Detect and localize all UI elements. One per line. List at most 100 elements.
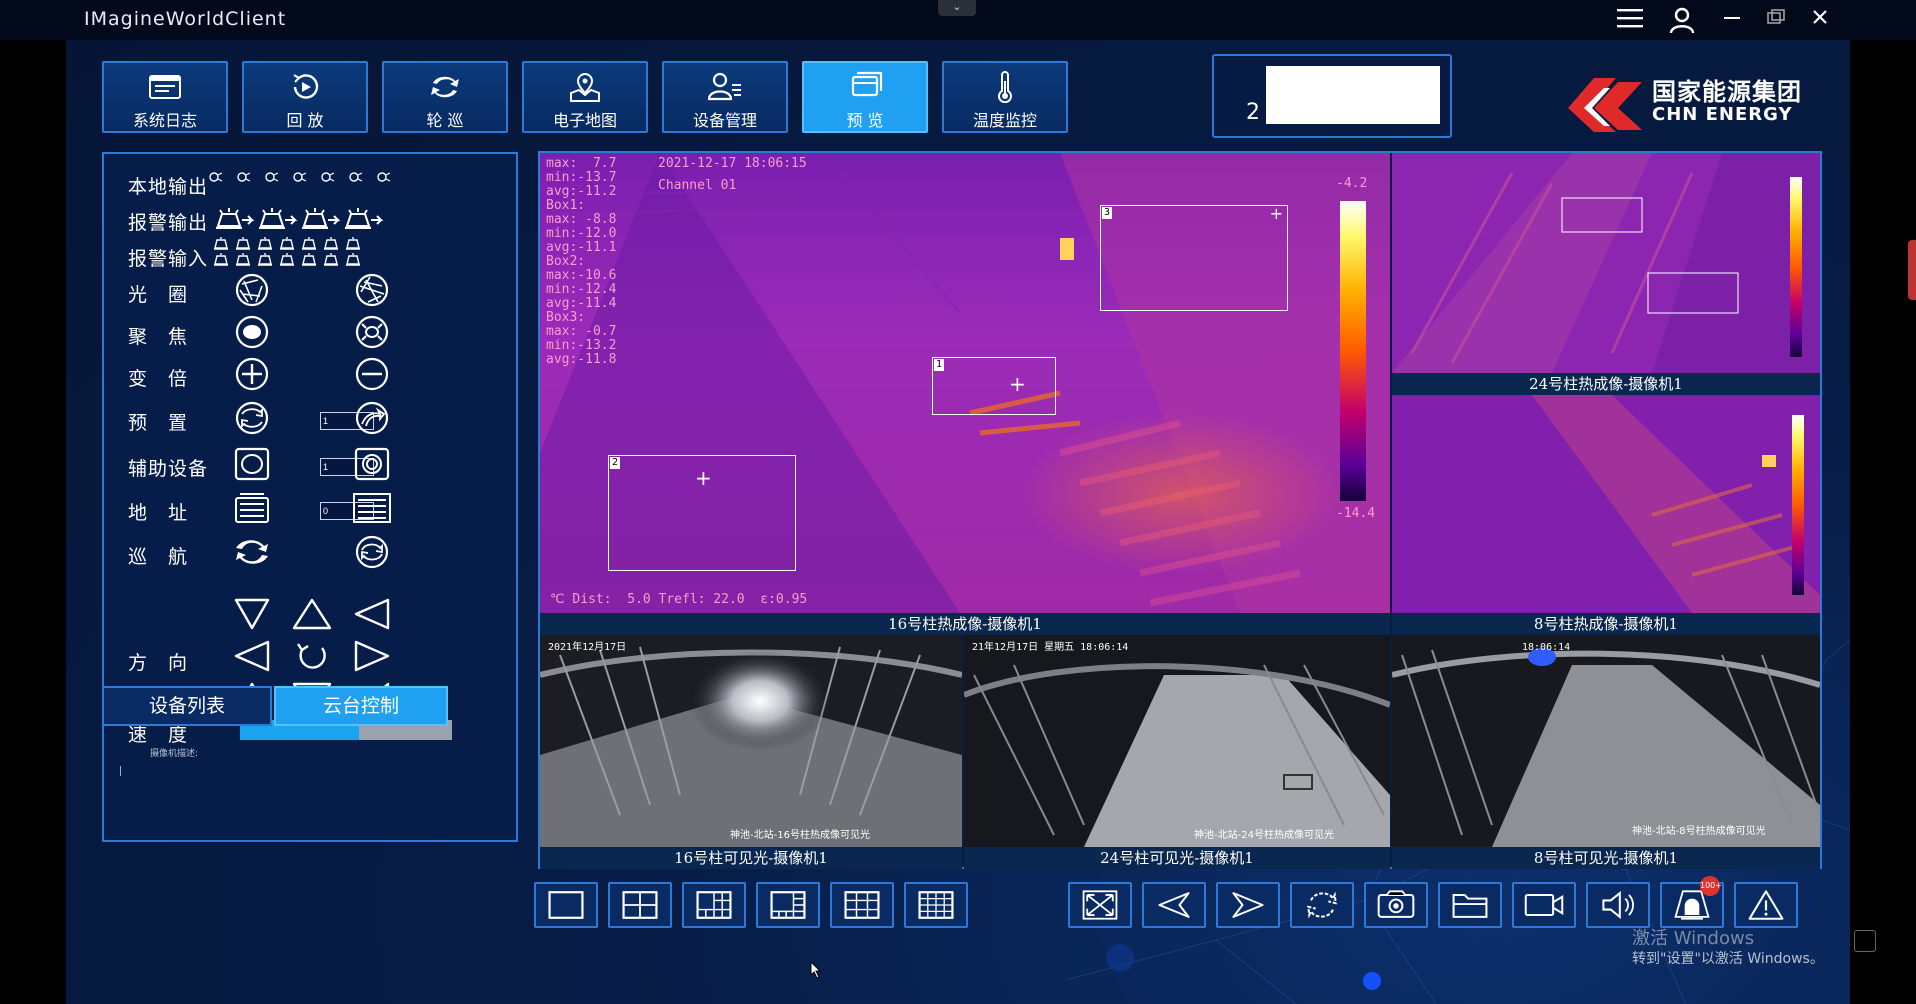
next-page-button[interactable]: [1216, 882, 1280, 928]
aux-label: 辅助设备: [128, 458, 209, 480]
nav-playback[interactable]: 回 放: [242, 61, 368, 133]
preset-set-button[interactable]: [228, 400, 276, 436]
user-icon[interactable]: [1664, 6, 1700, 36]
warning-button[interactable]: [1734, 882, 1798, 928]
nav-preview[interactable]: 预 览: [802, 61, 928, 133]
previous-page-button[interactable]: [1142, 882, 1206, 928]
measure-box-3[interactable]: 3 +: [1100, 204, 1288, 311]
layout-4x4-button[interactable]: [904, 882, 968, 928]
layout-3x3-button[interactable]: [830, 882, 894, 928]
iris-close-button[interactable]: [348, 272, 396, 308]
desktop-background-left: [0, 40, 66, 1004]
cruise-start-button[interactable]: [228, 534, 276, 570]
direction-up-button[interactable]: [288, 596, 336, 632]
video-tile-visible-24[interactable]: 21年12月17日 星期五 18:06:14 神池-北站-24号柱热成像可见光: [964, 635, 1390, 847]
chevron-down-icon[interactable]: ⌄: [938, 0, 976, 16]
nav-label: 系统日志: [132, 111, 197, 130]
patrol-icon: [384, 71, 506, 105]
camera-description-field[interactable]: [120, 766, 121, 776]
map-icon: [524, 71, 646, 105]
preset-call-button[interactable]: [348, 400, 396, 436]
video-tile-visible-8[interactable]: 18:06:14 神池-北站-8号柱热成像可见光: [1392, 635, 1820, 847]
direction-left-button[interactable]: [228, 638, 276, 674]
nav-system-log[interactable]: 系统日志: [102, 61, 228, 133]
alarm-input-2-icon[interactable]: [232, 236, 254, 268]
video-tile-thermal-8[interactable]: [1392, 395, 1820, 613]
alarm-input-1-icon[interactable]: [210, 236, 232, 268]
alarm-input-3-icon[interactable]: [254, 236, 276, 268]
nav-label: 预 览: [846, 111, 884, 130]
app-main: 系统日志 回 放 轮 巡 电子地图 设备管理 预 览 温度监控 2 国家能源集团…: [66, 40, 1850, 1004]
fullscreen-button[interactable]: [1068, 882, 1132, 928]
alarm-input-7-icon[interactable]: [342, 236, 364, 268]
local-output-6-icon[interactable]: [348, 168, 364, 182]
zoom-label: 变 倍: [128, 368, 189, 390]
local-output-5-icon[interactable]: [320, 168, 336, 182]
alarm-output-label: 报警输出: [128, 212, 209, 234]
video-tile-main[interactable]: max: 7.7 min:-13.7 avg:-11.2 Box1: max: …: [540, 153, 1390, 613]
aux-off-button[interactable]: [348, 446, 396, 482]
preview-icon: [804, 71, 926, 105]
aux-on-button[interactable]: [228, 446, 276, 482]
refresh-icon: [1307, 891, 1337, 919]
minimize-icon[interactable]: [1714, 6, 1750, 36]
alarm-output-4-icon[interactable]: [341, 206, 385, 234]
thermal-scale-min: -14.4: [1336, 506, 1376, 521]
menu-icon[interactable]: [1612, 6, 1648, 36]
open-folder-button[interactable]: [1438, 882, 1502, 928]
direction-center-button[interactable]: [288, 638, 336, 674]
nav-patrol[interactable]: 轮 巡: [382, 61, 508, 133]
focus-near-button[interactable]: [228, 314, 276, 350]
layout-1x1-button[interactable]: [534, 882, 598, 928]
address-button-1[interactable]: [228, 490, 276, 526]
alarm-input-6-icon[interactable]: [320, 236, 342, 268]
address-button-2[interactable]: [348, 490, 396, 526]
local-output-4-icon[interactable]: [292, 168, 308, 182]
nav-label: 轮 巡: [426, 111, 464, 130]
focus-far-button[interactable]: [348, 314, 396, 350]
video-grid: max: 7.7 min:-13.7 avg:-11.2 Box1: max: …: [538, 151, 1822, 869]
local-output-1-icon[interactable]: [208, 168, 224, 182]
nav-device-management[interactable]: 设备管理: [662, 61, 788, 133]
tab-ptz-control[interactable]: 云台控制: [274, 686, 448, 726]
alarm-output-2-icon[interactable]: [255, 206, 299, 234]
logo-cn: 国家能源集团: [1652, 78, 1802, 106]
nav-temperature-monitor[interactable]: 温度监控: [942, 61, 1068, 133]
audio-button[interactable]: [1586, 882, 1650, 928]
iris-open-button[interactable]: [228, 272, 276, 308]
video-tile-visible-16[interactable]: 2021年12月17日 神池-北站-16号柱热成像可见光: [540, 635, 962, 847]
local-output-2-icon[interactable]: [236, 168, 252, 182]
snapshot-button[interactable]: [1364, 882, 1428, 928]
chn-energy-logo-icon: [1568, 78, 1642, 132]
tab-device-list[interactable]: 设备列表: [102, 686, 272, 726]
layout-2x2-button[interactable]: [608, 882, 672, 928]
measure-box-1[interactable]: 1 +: [932, 357, 1056, 415]
zoom-in-button[interactable]: [228, 356, 276, 392]
alarm-output-3-icon[interactable]: [298, 206, 342, 234]
iris-label: 光 圈: [128, 284, 189, 306]
close-icon[interactable]: [1802, 6, 1838, 36]
direction-right-button[interactable]: [348, 638, 396, 674]
layout-1plus7-button[interactable]: [756, 882, 820, 928]
alarm-input-4-icon[interactable]: [276, 236, 298, 268]
nav-emap[interactable]: 电子地图: [522, 61, 648, 133]
alarm-button[interactable]: 100+: [1660, 876, 1724, 928]
refresh-button[interactable]: [1290, 882, 1354, 928]
zoom-out-button[interactable]: [348, 356, 396, 392]
record-button[interactable]: [1512, 882, 1576, 928]
alarm-output-1-icon[interactable]: [212, 206, 256, 234]
ptz-control-panel: 本地输出 报警输出 报警输入 光 圈 聚 焦 变 倍 预 置 1 辅助设备 1 …: [102, 152, 518, 842]
restore-icon[interactable]: [1758, 6, 1794, 36]
system-log-icon: [104, 71, 226, 105]
cruise-stop-button[interactable]: [348, 534, 396, 570]
video-label-visible-16: 16号柱可见光-摄像机1: [540, 847, 962, 869]
alarm-input-5-icon[interactable]: [298, 236, 320, 268]
video-tile-thermal-24[interactable]: [1392, 153, 1820, 373]
measure-box-2[interactable]: 2 +: [608, 455, 796, 571]
layout-1plus5-button[interactable]: [682, 882, 746, 928]
direction-up-left-button[interactable]: [228, 596, 276, 632]
video-camera-icon: [1524, 893, 1564, 917]
direction-up-right-button[interactable]: [348, 596, 396, 632]
local-output-3-icon[interactable]: [264, 168, 280, 182]
local-output-7-icon[interactable]: [376, 168, 392, 182]
